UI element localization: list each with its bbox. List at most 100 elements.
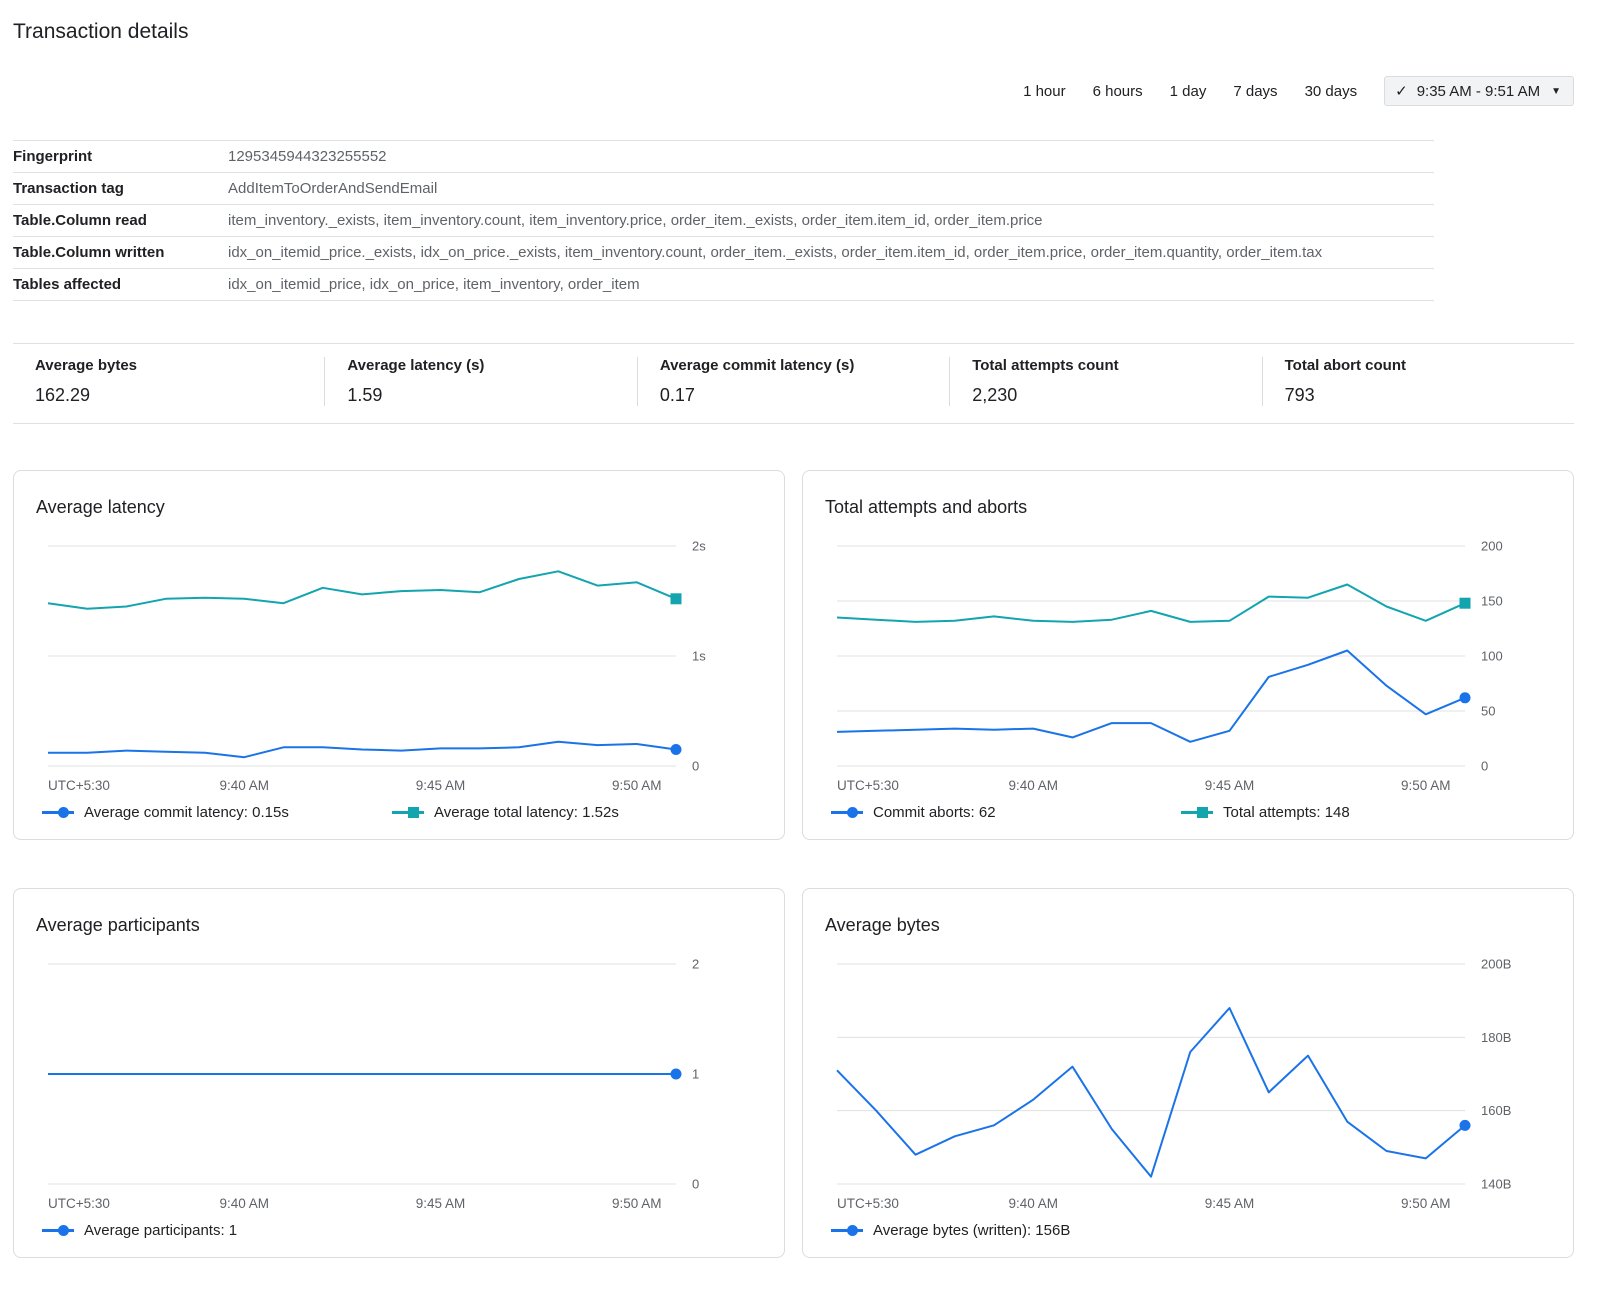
legend-label: Average total latency: 1.52s — [434, 804, 619, 821]
svg-text:150: 150 — [1481, 594, 1503, 609]
svg-text:9:50 AM: 9:50 AM — [1401, 778, 1451, 793]
svg-text:9:45 AM: 9:45 AM — [416, 778, 466, 793]
chart-card-average-bytes: Average bytes 140B 160B 180B 200B UTC+5:30 9:… — [802, 888, 1574, 1258]
details-value: AddItemToOrderAndSendEmail — [228, 180, 437, 197]
details-label: Fingerprint — [13, 148, 228, 165]
last-point-circle-marker — [671, 744, 682, 755]
details-table: Fingerprint 1295345944323255552 Transact… — [13, 140, 1434, 301]
time-range-option-6-hours[interactable]: 6 hours — [1093, 83, 1143, 100]
page-title: Transaction details — [13, 12, 1574, 70]
time-range-option-1-day[interactable]: 1 day — [1170, 83, 1207, 100]
stat-value: 1.59 — [347, 385, 636, 406]
details-row-tables-affected: Tables affected idx_on_itemid_price, idx… — [13, 269, 1434, 301]
svg-text:UTC+5:30: UTC+5:30 — [48, 778, 110, 793]
details-row-columns-written: Table.Column written idx_on_itemid_price… — [13, 237, 1434, 269]
time-range-option-30-days[interactable]: 30 days — [1305, 83, 1358, 100]
last-point-circle-marker — [1460, 692, 1471, 703]
time-range-option-1-hour[interactable]: 1 hour — [1023, 83, 1066, 100]
checkmark-icon: ✓ — [1395, 82, 1408, 100]
svg-text:2: 2 — [692, 957, 699, 972]
total-attempts-aborts-series-line — [837, 651, 1465, 742]
details-label: Table.Column written — [13, 244, 228, 261]
charts-grid: Average latency 01s2sUTC+5:309:40 AM9:45… — [13, 470, 1574, 1258]
svg-text:9:50 AM: 9:50 AM — [612, 1196, 662, 1211]
average-latency-series-line — [48, 571, 676, 608]
svg-text:2s: 2s — [692, 539, 706, 554]
legend-circle-marker-icon — [831, 807, 863, 818]
stat-average-latency: Average latency (s) 1.59 — [324, 357, 636, 406]
svg-text:UTC+5:30: UTC+5:30 — [837, 1196, 899, 1211]
svg-text:UTC+5:30: UTC+5:30 — [837, 778, 899, 793]
stat-label: Total attempts count — [972, 357, 1261, 374]
stat-label: Total abort count — [1285, 357, 1574, 374]
svg-text:200B: 200B — [1481, 957, 1511, 972]
legend-square-marker-icon — [392, 807, 424, 818]
average-bytes-series-line — [837, 1008, 1465, 1177]
details-row-transaction-tag: Transaction tag AddItemToOrderAndSendEma… — [13, 173, 1434, 205]
average-bytes-chart: 140B 160B 180B 200B UTC+5:30 9:40 AM 9:45 AM 9:… — [825, 950, 1555, 1214]
details-label: Transaction tag — [13, 180, 228, 197]
legend-label: Average commit latency: 0.15s — [84, 804, 289, 821]
svg-text:9:45 AM: 9:45 AM — [416, 1196, 466, 1211]
legend-circle-marker-icon — [42, 807, 74, 818]
chart-legend: Average commit latency: 0.15s Average tot… — [36, 796, 766, 823]
legend-item: Average participants: 1 — [42, 1222, 332, 1239]
svg-text:9:45 AM: 9:45 AM — [1205, 778, 1255, 793]
chart-title: Average bytes — [825, 915, 1555, 936]
stat-total-attempts: Total attempts count 2,230 — [949, 357, 1261, 406]
stat-label: Average latency (s) — [347, 357, 636, 374]
details-row-fingerprint: Fingerprint 1295345944323255552 — [13, 141, 1434, 173]
svg-text:50: 50 — [1481, 704, 1495, 719]
svg-text:0: 0 — [692, 759, 699, 774]
chart-card-average-participants: Average participants 012UTC+5:309:40 AM9… — [13, 888, 785, 1258]
average-latency-plot: 01s2sUTC+5:309:40 AM9:45 AM9:50 AM — [36, 532, 736, 796]
selected-time-range-label: 9:35 AM - 9:51 AM — [1417, 83, 1540, 100]
time-range-dropdown[interactable]: ✓ 9:35 AM - 9:51 AM ▼ — [1384, 76, 1574, 106]
average-bytes-plot: 140B 160B 180B 200B UTC+5:30 9:40 AM 9:45 AM 9:… — [825, 950, 1525, 1214]
details-value: idx_on_itemid_price, idx_on_price, item_… — [228, 276, 640, 293]
legend-label: Average participants: 1 — [84, 1222, 237, 1239]
stat-average-bytes: Average bytes 162.29 — [13, 357, 324, 406]
chart-title: Total attempts and aborts — [825, 497, 1555, 518]
time-range-bar: 1 hour 6 hours 1 day 7 days 30 days ✓ 9:… — [13, 76, 1574, 106]
svg-text:9:40 AM: 9:40 AM — [1008, 778, 1058, 793]
stat-average-commit-latency: Average commit latency (s) 0.17 — [637, 357, 949, 406]
last-point-circle-marker — [671, 1069, 682, 1080]
svg-text:9:40 AM: 9:40 AM — [219, 778, 269, 793]
svg-text:9:40 AM: 9:40 AM — [1008, 1196, 1058, 1211]
svg-text:9:45 AM: 9:45 AM — [1205, 1196, 1255, 1211]
total-attempts-aborts-series-line — [837, 585, 1465, 622]
stat-value: 793 — [1285, 385, 1574, 406]
details-label: Tables affected — [13, 276, 228, 293]
legend-label: Average bytes (written): 156B — [873, 1222, 1070, 1239]
last-point-square-marker — [1460, 598, 1471, 609]
chart-title: Average participants — [36, 915, 766, 936]
svg-text:180B: 180B — [1481, 1030, 1511, 1045]
stat-label: Average commit latency (s) — [660, 357, 949, 374]
svg-text:9:50 AM: 9:50 AM — [1401, 1196, 1451, 1211]
svg-text:0: 0 — [692, 1177, 699, 1192]
svg-text:0: 0 — [1481, 759, 1488, 774]
details-value: 1295345944323255552 — [228, 148, 387, 165]
details-value: item_inventory._exists, item_inventory.c… — [228, 212, 1043, 229]
legend-item: Average total latency: 1.52s — [392, 804, 619, 821]
details-label: Table.Column read — [13, 212, 228, 229]
total-attempts-aborts-chart: 050100150200UTC+5:309:40 AM9:45 AM9:50 A… — [825, 532, 1555, 796]
stat-value: 0.17 — [660, 385, 949, 406]
dropdown-arrow-icon: ▼ — [1551, 86, 1561, 97]
total-attempts-aborts-plot: 050100150200UTC+5:309:40 AM9:45 AM9:50 A… — [825, 532, 1525, 796]
chart-card-total-attempts-aborts: Total attempts and aborts 050100150200UT… — [802, 470, 1574, 840]
chart-title: Average latency — [36, 497, 766, 518]
chart-legend: Average participants: 1 — [36, 1214, 766, 1241]
average-latency-chart: 01s2sUTC+5:309:40 AM9:45 AM9:50 AM — [36, 532, 766, 796]
svg-text:160B: 160B — [1481, 1103, 1511, 1118]
legend-circle-marker-icon — [831, 1225, 863, 1236]
legend-item: Commit aborts: 62 — [831, 804, 1121, 821]
svg-text:140B: 140B — [1481, 1177, 1511, 1192]
stat-label: Average bytes — [35, 357, 324, 374]
time-range-option-7-days[interactable]: 7 days — [1233, 83, 1277, 100]
svg-text:UTC+5:30: UTC+5:30 — [48, 1196, 110, 1211]
details-value: idx_on_itemid_price._exists, idx_on_pric… — [228, 244, 1322, 261]
average-participants-chart: 012UTC+5:309:40 AM9:45 AM9:50 AM — [36, 950, 766, 1214]
legend-circle-marker-icon — [42, 1225, 74, 1236]
